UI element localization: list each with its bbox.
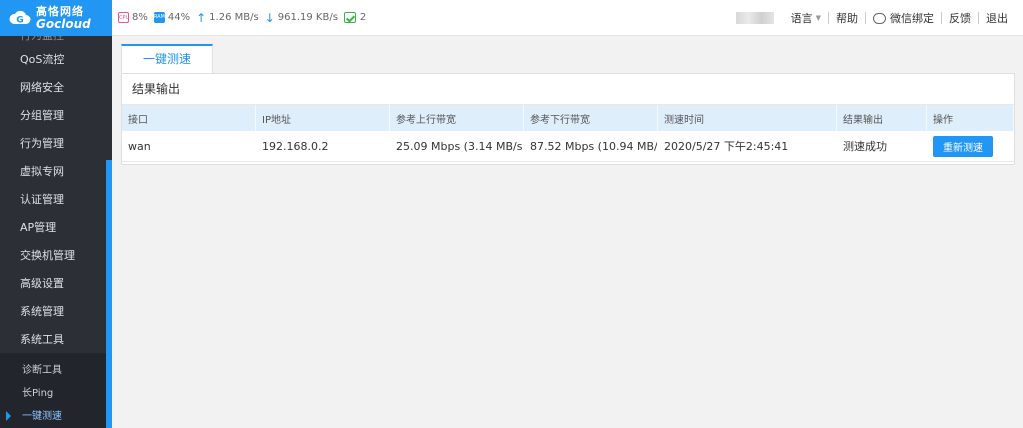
logout-link[interactable]: 退出 (979, 10, 1015, 26)
wechat-bind-link[interactable]: 微信绑定 (866, 10, 941, 26)
download-value: 961.19 KB/s (277, 12, 338, 23)
sidebar-scrollbar-thumb[interactable] (106, 160, 112, 428)
wechat-icon (873, 12, 886, 24)
retest-button[interactable]: 重新测速 (933, 135, 993, 157)
ram-value: 44% (167, 12, 191, 23)
panel-title: 结果输出 (122, 74, 1014, 105)
header-interface: 接口 (122, 105, 256, 131)
header-upload-bandwidth: 参考上行带宽 (390, 105, 524, 131)
language-dropdown[interactable]: 语言 ▼ (784, 10, 828, 26)
sidebar-menu: 行为监控 QoS流控 网络安全 分组管理 行为管理 虚拟专网 认证管理 AP管理… (0, 36, 106, 354)
cloud-logo-icon: G (9, 10, 31, 26)
sidebar-item-behavior[interactable]: 行为管理 (0, 130, 106, 158)
online-check-icon (343, 12, 356, 23)
cell-ip: 192.168.0.2 (256, 131, 390, 161)
cell-test-time: 2020/5/27 下午2:45:41 (658, 131, 837, 161)
top-right-menu: 语言 ▼ 帮助 微信绑定 反馈 退出 (735, 0, 1015, 36)
ram-icon: RAM (153, 12, 165, 23)
cell-action: 重新测速 (927, 131, 1014, 161)
sidebar-subitem-speedtest[interactable]: 一键测速 (0, 405, 106, 428)
language-label: 语言 (790, 12, 813, 25)
sidebar-item-advanced[interactable]: 高级设置 (0, 270, 106, 298)
ram-stat: RAM 44% (153, 12, 191, 23)
sidebar-item-groups[interactable]: 分组管理 (0, 102, 106, 130)
cpu-stat: CPU 8% (118, 12, 148, 23)
logo[interactable]: G 高恪网络 Gocloud (0, 0, 112, 36)
table-header: 接口 IP地址 参考上行带宽 参考下行带宽 测速时间 结果输出 操作 (122, 105, 1014, 131)
tab-speedtest[interactable]: 一键测速 (121, 44, 213, 73)
download-stat: ↓ 961.19 KB/s (265, 11, 338, 25)
sidebar-item-auth[interactable]: 认证管理 (0, 186, 106, 214)
result-panel: 结果输出 接口 IP地址 参考上行带宽 参考下行带宽 测速时间 结果输出 操作 … (121, 73, 1015, 165)
upload-stat: ↑ 1.26 MB/s (196, 11, 259, 25)
sidebar-item-vpn[interactable]: 虚拟专网 (0, 158, 106, 186)
sidebar-item-tools[interactable]: 系统工具 (0, 326, 106, 354)
table-row: wan 192.168.0.2 25.09 Mbps (3.14 MB/s) 8… (122, 131, 1014, 162)
sidebar: G 高恪网络 Gocloud 行为监控 QoS流控 网络安全 分组管理 行为管理… (0, 0, 112, 428)
sidebar-subitem-diagnostics[interactable]: 诊断工具 (0, 359, 106, 382)
user-name-blurred (735, 12, 774, 24)
brand-en: Gocloud (36, 17, 91, 31)
feedback-link[interactable]: 反馈 (942, 10, 978, 26)
download-arrow-icon: ↓ (264, 10, 275, 25)
cell-result: 测速成功 (837, 131, 927, 161)
sidebar-item-switch[interactable]: 交换机管理 (0, 242, 106, 270)
top-bar: CPU 8% RAM 44% ↑ 1.26 MB/s ↓ 961.19 KB/s… (112, 0, 1023, 36)
header-action: 操作 (927, 105, 1014, 131)
cell-interface: wan (122, 131, 256, 161)
sidebar-item-qos[interactable]: QoS流控 (0, 46, 106, 74)
help-link[interactable]: 帮助 (829, 10, 865, 26)
brand-cn: 高恪网络 (36, 5, 84, 18)
header-ip: IP地址 (256, 105, 390, 131)
sidebar-item-clipped[interactable]: 行为监控 (0, 36, 106, 46)
cpu-value: 8% (132, 12, 148, 23)
sidebar-subitem-long-ping[interactable]: 长Ping (0, 382, 106, 405)
upload-value: 1.26 MB/s (209, 12, 259, 23)
chevron-down-icon: ▼ (815, 14, 821, 22)
upload-arrow-icon: ↑ (196, 10, 207, 25)
svg-text:G: G (16, 16, 23, 26)
sidebar-item-ap[interactable]: AP管理 (0, 214, 106, 242)
sidebar-submenu: 诊断工具 长Ping 一键测速 (0, 353, 106, 428)
header-test-time: 测速时间 (658, 105, 837, 131)
header-download-bandwidth: 参考下行带宽 (524, 105, 658, 131)
header-result: 结果输出 (837, 105, 927, 131)
online-stat: 2 (343, 12, 367, 23)
cell-upload-bandwidth: 25.09 Mbps (3.14 MB/s) (390, 131, 524, 161)
cpu-icon: CPU (118, 12, 129, 23)
sidebar-item-system[interactable]: 系统管理 (0, 298, 106, 326)
sidebar-item-security[interactable]: 网络安全 (0, 74, 106, 102)
online-count: 2 (359, 12, 367, 23)
cell-download-bandwidth: 87.52 Mbps (10.94 MB/s) (524, 131, 658, 161)
wechat-label: 微信绑定 (890, 12, 934, 25)
